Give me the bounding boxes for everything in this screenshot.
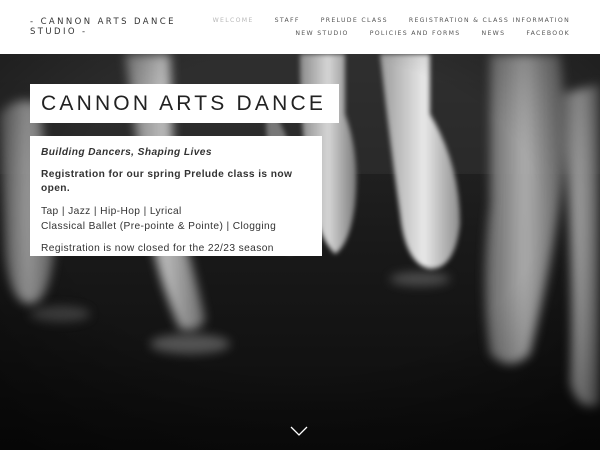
tagline: Building Dancers, Shaping Lives (41, 147, 212, 158)
hero-title: CANNON ARTS DANCE (41, 92, 327, 115)
dance-styles-line-1: Tap | Jazz | Hip-Hop | Lyrical (41, 206, 182, 217)
registration-open-notice: Registration for our spring Prelude clas… (41, 169, 293, 194)
main-nav: WELCOME STAFF PRELUDE CLASS REGISTRATION… (170, 15, 570, 40)
nav-row-secondary: NEW STUDIO POLICIES AND FORMS NEWS FACEB… (170, 28, 570, 40)
nav-link-news[interactable]: NEWS (482, 28, 506, 40)
hero-title-box: CANNON ARTS DANCE (30, 84, 340, 123)
hero-info-box: Building Dancers, Shaping Lives Registra… (30, 136, 322, 256)
dance-styles-list: Tap | Jazz | Hip-Hop | Lyrical Classical… (41, 204, 311, 234)
nav-link-facebook[interactable]: FACEBOOK (526, 28, 570, 40)
nav-link-prelude-class[interactable]: PRELUDE CLASS (321, 15, 388, 27)
registration-closed-notice: Registration is now closed for the 22/23… (41, 243, 274, 254)
nav-link-staff[interactable]: STAFF (275, 15, 300, 27)
nav-link-new-studio[interactable]: NEW STUDIO (295, 28, 348, 40)
nav-link-welcome[interactable]: WELCOME (213, 15, 254, 27)
scroll-down-button[interactable] (290, 422, 308, 436)
chevron-down-icon (290, 426, 308, 436)
site-logo[interactable]: - CANNON ARTS DANCE STUDIO - (30, 17, 180, 37)
hero-section: CANNON ARTS DANCE Building Dancers, Shap… (0, 54, 600, 450)
nav-link-policies-forms[interactable]: POLICIES AND FORMS (370, 28, 461, 40)
dance-styles-line-2: Classical Ballet (Pre-pointe & Pointe) |… (41, 221, 277, 232)
nav-link-registration[interactable]: REGISTRATION & CLASS INFORMATION (409, 15, 570, 27)
nav-row-primary: WELCOME STAFF PRELUDE CLASS REGISTRATION… (170, 15, 570, 27)
site-header: - CANNON ARTS DANCE STUDIO - WELCOME STA… (0, 0, 600, 54)
